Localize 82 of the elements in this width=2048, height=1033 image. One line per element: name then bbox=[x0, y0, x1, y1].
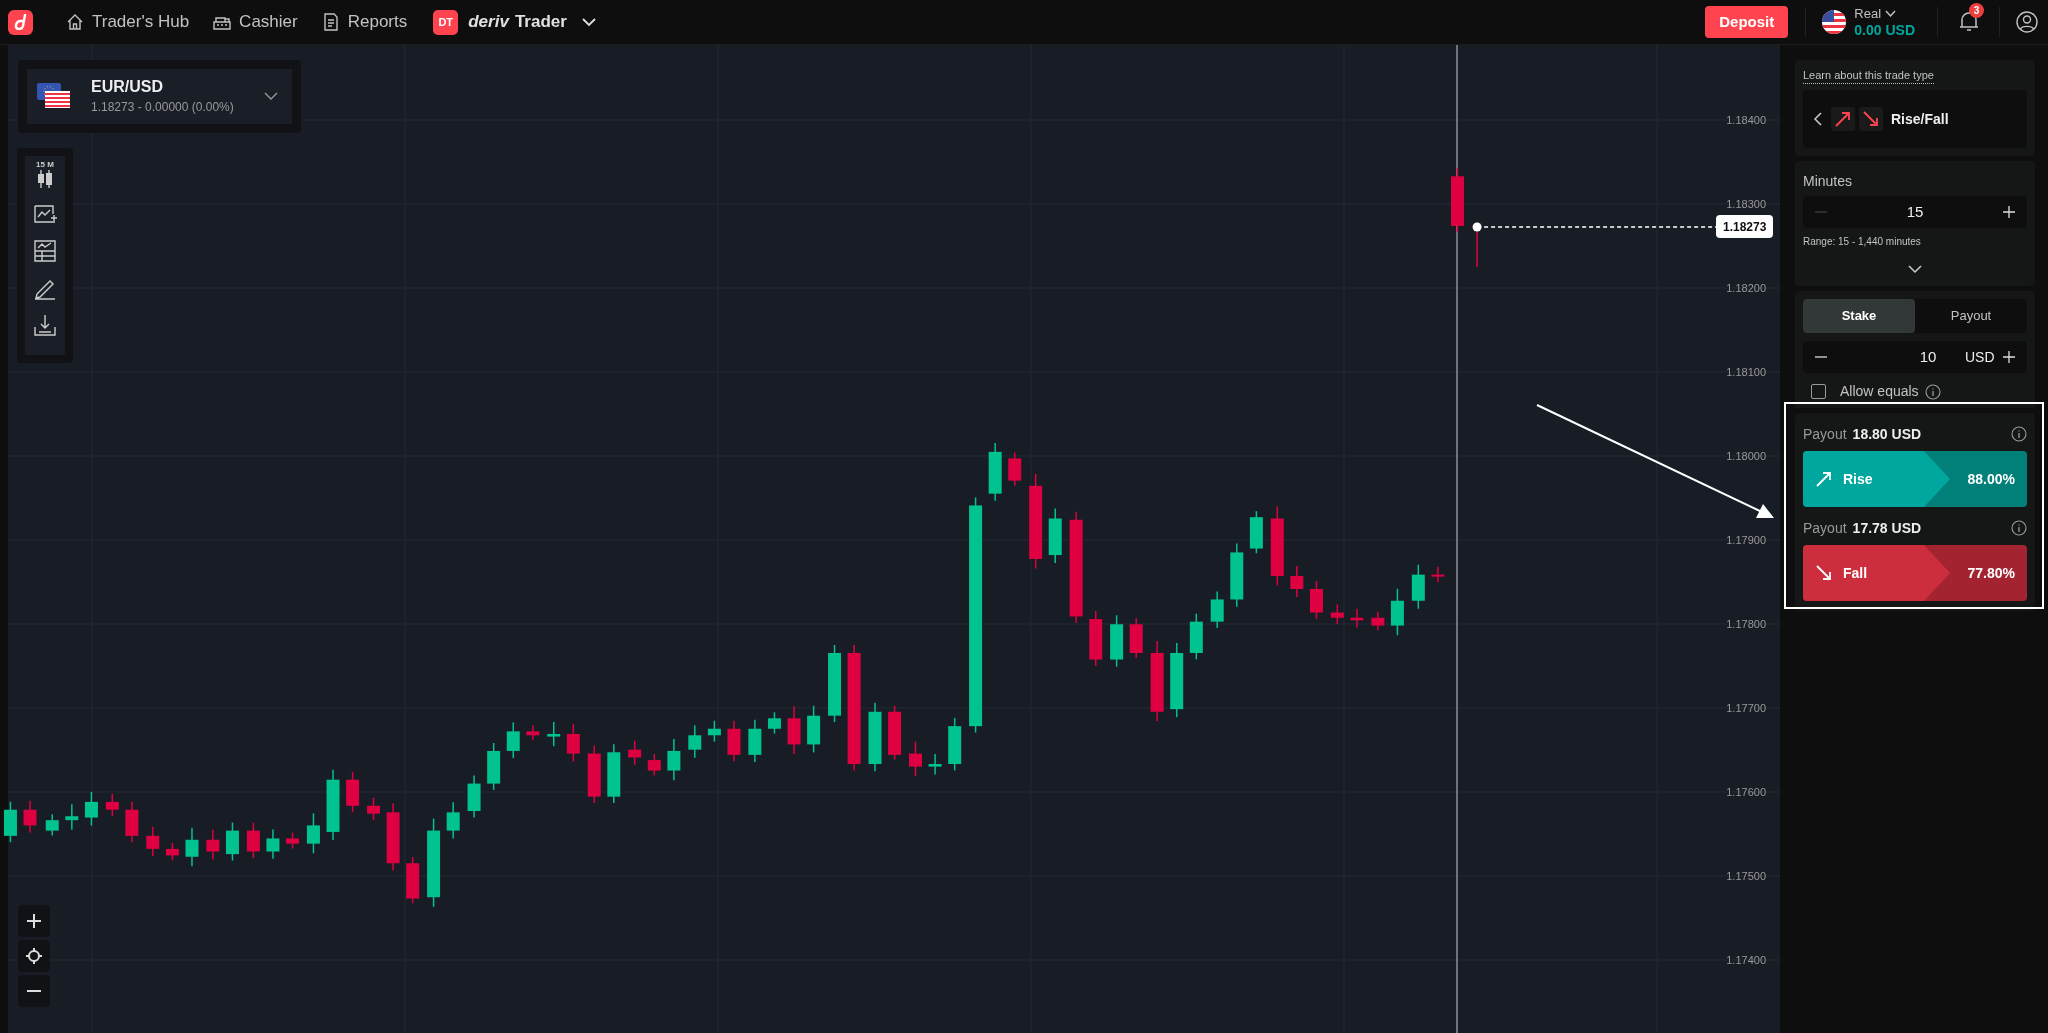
download-icon[interactable] bbox=[33, 313, 57, 337]
nav-link[interactable]: Trader's Hub bbox=[66, 0, 190, 45]
nav-link-label: Trader's Hub bbox=[92, 11, 190, 34]
chevron-down-icon bbox=[264, 92, 278, 101]
house-icon bbox=[66, 13, 84, 31]
logo-icon[interactable] bbox=[8, 9, 33, 35]
allow-equals-checkbox[interactable] bbox=[1811, 384, 1826, 399]
stake-field[interactable]: 10 USD bbox=[1803, 341, 2027, 373]
stake-value: 10 bbox=[1918, 346, 1938, 367]
axis-label: 1.18000 bbox=[1726, 449, 1766, 464]
duration-field[interactable]: 15 bbox=[1803, 196, 2027, 228]
chevron-down-icon bbox=[580, 17, 597, 27]
app-switcher[interactable]: DT deriv Trader bbox=[433, 0, 597, 45]
symbol-quote: 1.18273 - 0.00000 (0.00%) bbox=[91, 98, 234, 116]
interval-label: 15 M bbox=[36, 160, 54, 169]
payout-label: Payout bbox=[1803, 518, 1847, 538]
nav-link-label: Reports bbox=[347, 11, 408, 34]
axis-label: 1.17400 bbox=[1726, 953, 1766, 968]
reset-view-button[interactable] bbox=[18, 940, 50, 972]
axis-label: 1.17900 bbox=[1726, 533, 1766, 548]
stake-currency: USD bbox=[1965, 347, 1995, 367]
axis-label: 1.18200 bbox=[1726, 281, 1766, 296]
current-price-tag: 1.18273 bbox=[1716, 215, 1774, 238]
info-icon bbox=[1924, 383, 1941, 400]
notification-count: 3 bbox=[1969, 3, 1984, 18]
duration-value: 15 bbox=[1905, 201, 1925, 222]
indicators-icon[interactable] bbox=[33, 202, 57, 226]
axis-label: 1.18100 bbox=[1726, 365, 1766, 380]
axis-label: 1.17500 bbox=[1726, 869, 1766, 884]
app-name: Trader bbox=[514, 11, 567, 34]
arrow-icon bbox=[1815, 470, 1833, 488]
increase-button[interactable] bbox=[2003, 351, 2015, 363]
account-type: Real bbox=[1854, 5, 1882, 22]
payout-percent: 88.00% bbox=[1967, 469, 2015, 489]
duration-unit-label: Minutes bbox=[1803, 172, 1854, 191]
allow-equals-label: Allow equals bbox=[1840, 382, 1919, 401]
axis-label: 1.17600 bbox=[1726, 785, 1766, 800]
amount-tab[interactable]: Payout bbox=[1915, 299, 2027, 333]
amount-tab[interactable]: Stake bbox=[1803, 299, 1915, 333]
account-switcher[interactable]: Real 0.00 USD bbox=[1822, 0, 1915, 45]
contract-label: Rise bbox=[1843, 469, 1873, 489]
symbol-name: EUR/USD bbox=[91, 76, 164, 97]
chart-template-icon[interactable] bbox=[33, 239, 57, 263]
chevron-left-icon bbox=[1813, 111, 1823, 127]
trade-type-label: Rise/Fall bbox=[1891, 109, 1949, 129]
zoom-in-button[interactable] bbox=[18, 905, 50, 937]
flag-icon bbox=[1822, 10, 1847, 34]
info-icon bbox=[2011, 426, 2027, 442]
nav-link-label: Cashier bbox=[239, 11, 298, 34]
payout-label: Payout bbox=[1803, 424, 1847, 444]
chevron-down-icon[interactable] bbox=[1908, 265, 1922, 274]
app-badge: DT bbox=[433, 9, 459, 35]
payout-percent: 77.80% bbox=[1967, 563, 2015, 583]
nav-link[interactable]: Cashier bbox=[213, 0, 298, 45]
chevron-down-icon bbox=[1885, 9, 1897, 18]
info-icon bbox=[2011, 520, 2027, 536]
increase-button[interactable] bbox=[2003, 206, 2015, 218]
crosshair-icon bbox=[26, 948, 42, 964]
duration-range: Range: 15 - 1,440 minutes bbox=[1803, 235, 1922, 249]
axis-label: 1.17800 bbox=[1726, 617, 1766, 632]
payout-value: 17.78 USD bbox=[1852, 518, 1922, 538]
trade-type-selector[interactable]: Rise/Fall bbox=[1803, 90, 2027, 148]
axis-label: 1.17700 bbox=[1726, 701, 1766, 716]
chart-interval-button[interactable]: 15 M bbox=[31, 160, 59, 189]
payout-value: 18.80 USD bbox=[1852, 424, 1922, 444]
contract-label: Fall bbox=[1843, 563, 1868, 583]
document-icon bbox=[321, 13, 340, 31]
app-brand: deriv bbox=[468, 11, 509, 34]
symbol-selector[interactable]: EUR/USD 1.18273 - 0.00000 (0.00%) bbox=[18, 60, 301, 133]
arrow-icon bbox=[1815, 564, 1833, 582]
account-balance: 0.00 USD bbox=[1854, 22, 1915, 39]
learn-link[interactable]: Learn about this trade type bbox=[1803, 68, 1934, 84]
minus-icon bbox=[27, 990, 41, 992]
fall-button[interactable]: Fall 77.80% bbox=[1803, 545, 2027, 601]
zoom-out-button[interactable] bbox=[18, 975, 50, 1007]
nav-link[interactable]: Reports bbox=[321, 0, 408, 45]
rise-button[interactable]: Rise 88.00% bbox=[1803, 451, 2027, 507]
axis-label: 1.18300 bbox=[1726, 197, 1766, 212]
axis-label: 1.18400 bbox=[1726, 113, 1766, 128]
profile-icon[interactable] bbox=[2016, 11, 2038, 33]
plus-icon bbox=[27, 914, 41, 928]
flag-icon bbox=[37, 82, 71, 111]
